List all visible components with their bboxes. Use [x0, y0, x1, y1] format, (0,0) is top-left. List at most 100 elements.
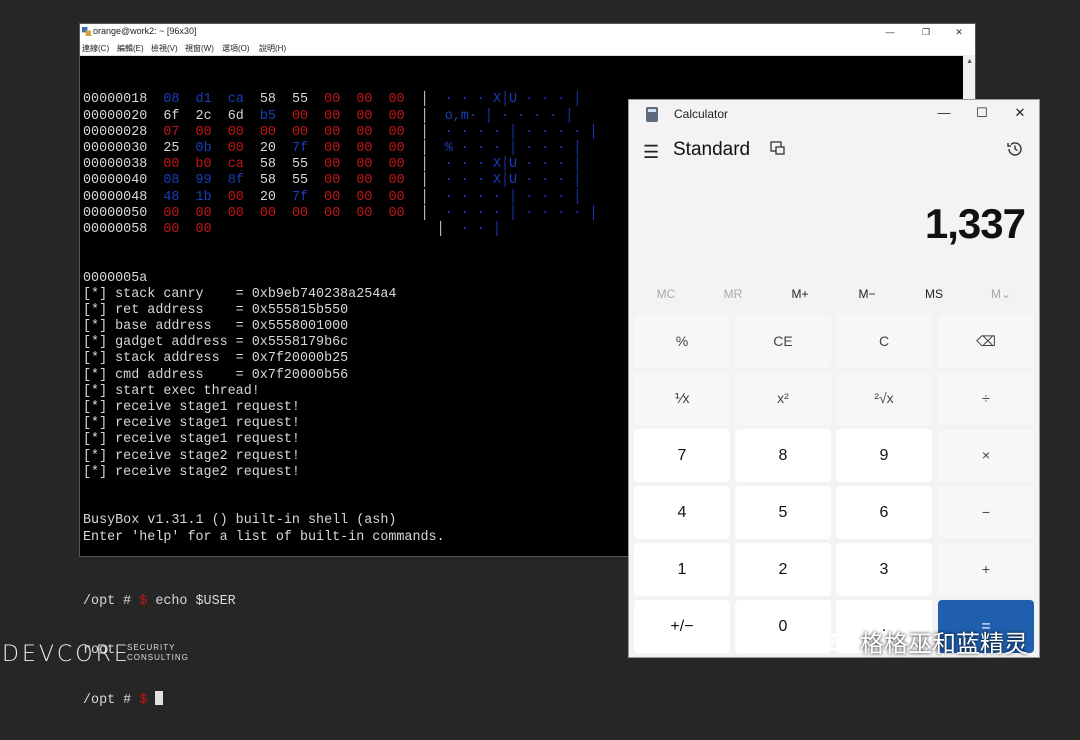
hex-address: 00000058	[83, 221, 148, 237]
digit-5-button[interactable]: 5	[735, 486, 831, 539]
clear-button[interactable]: C	[836, 315, 932, 368]
wechat-icon	[813, 630, 844, 650]
hexdump-row: 00000040 08 99 8f 58 55 00 00 00 │ · · ·…	[83, 173, 582, 189]
hex-ascii: · · · X│U · · · │	[444, 157, 582, 173]
history-icon[interactable]	[1006, 140, 1024, 158]
hex-byte: 00	[324, 140, 341, 156]
subtract-button[interactable]: −	[938, 486, 1034, 539]
hex-byte: 6d	[227, 108, 244, 124]
log-line: [*] receive stage2 request!	[83, 448, 300, 464]
hex-byte: 20	[259, 189, 276, 205]
hex-byte: 2c	[195, 108, 212, 124]
clear-entry-button[interactable]: CE	[735, 315, 831, 368]
memory-button-m[interactable]: M+	[770, 287, 830, 301]
hex-byte: 00	[388, 108, 405, 124]
hex-byte: 55	[292, 92, 309, 108]
hex-byte: 00	[227, 189, 244, 205]
digit-7-button[interactable]: 7	[634, 429, 730, 482]
menu-help[interactable]: 說明(H)	[259, 43, 286, 54]
hex-byte: b5	[259, 108, 276, 124]
maximize-button[interactable]: ☐	[967, 102, 997, 124]
log-line: [*] cmd address = 0x7f20000b56	[83, 367, 349, 383]
log-line: [*] receive stage1 request!	[83, 432, 300, 448]
digit-1-button[interactable]: 1	[634, 543, 730, 596]
memory-row: MC MR M+ M− MS M⌄	[629, 287, 1039, 303]
hex-byte: 00	[324, 173, 341, 189]
backspace-button[interactable]: ⌫	[938, 315, 1034, 368]
reciprocal-button[interactable]: ⅟x	[634, 372, 730, 425]
hex-byte: 00	[292, 205, 309, 221]
hex-address: 00000018	[83, 92, 148, 108]
hex-byte: d1	[195, 92, 212, 108]
add-button[interactable]: +	[938, 543, 1034, 596]
hex-byte: 00	[259, 205, 276, 221]
hex-byte: 25	[163, 140, 180, 156]
digit-6-button[interactable]: 6	[836, 486, 932, 539]
hex-byte: 00	[195, 124, 212, 140]
hex-byte: 00	[356, 92, 373, 108]
memory-button-ms[interactable]: MS	[904, 287, 964, 301]
hex-byte: 6f	[163, 108, 180, 124]
digit-2-button[interactable]: 2	[735, 543, 831, 596]
hex-ascii: · · · X│U · · · │	[444, 92, 582, 108]
log-line: [*] receive stage1 request!	[83, 416, 300, 432]
digit-9-button[interactable]: 9	[836, 429, 932, 482]
hex-address: 00000028	[83, 124, 148, 140]
hex-byte: 00	[163, 157, 180, 173]
devcore-logo-subtitle: SECURITY CONSULTING	[127, 643, 189, 663]
divide-button[interactable]: ÷	[938, 372, 1034, 425]
calculator-window[interactable]: Calculator — ☐ ✕ ☰ Standard 1,337 MC MR M+…	[628, 99, 1040, 658]
hex-address: 00000048	[83, 189, 148, 205]
hexdump-row: 00000038 00 b0 ca 58 55 00 00 00 │ · · ·…	[83, 157, 582, 173]
square-root-button[interactable]: ²√x	[836, 372, 932, 425]
terminal-screen[interactable]: 00000018 08 d1 ca 58 55 00 00 00 │ · · ·…	[83, 60, 597, 740]
memory-button-mc[interactable]: MC	[636, 287, 696, 301]
minimize-button[interactable]: —	[929, 102, 959, 124]
log-line: [*] stack canry = 0xb9eb740238a254a4	[83, 286, 397, 302]
menu-view[interactable]: 檢視(V)	[151, 43, 178, 54]
digit-8-button[interactable]: 8	[735, 429, 831, 482]
hamburger-menu-icon[interactable]: ☰	[643, 142, 659, 163]
percent-button[interactable]: %	[634, 315, 730, 368]
memory-button-mminus[interactable]: M−	[837, 287, 897, 301]
memory-button-mlist[interactable]: M⌄	[971, 287, 1031, 301]
scroll-up-arrow-icon[interactable]: ▲	[966, 58, 973, 65]
menu-edit[interactable]: 編輯(E)	[117, 43, 144, 54]
hex-byte: 0b	[195, 140, 212, 156]
hex-byte: 00	[356, 157, 373, 173]
hexdump-row: 00000050 00 00 00 00 00 00 00 00 │ · · ·…	[83, 205, 598, 221]
hex-byte: 00	[292, 108, 309, 124]
hex-byte: 00	[356, 173, 373, 189]
close-button[interactable]: ✕	[949, 25, 969, 39]
terminal-menubar: 連線(C) 編輯(E) 檢視(V) 視窗(W) 選項(O) 說明(H)	[80, 40, 975, 56]
hexdump-row: 00000048 48 1b 00 20 7f 00 00 00 │ · · ·…	[83, 189, 582, 205]
digit-3-button[interactable]: 3	[836, 543, 932, 596]
hex-byte: 55	[292, 173, 309, 189]
close-button[interactable]: ✕	[1005, 102, 1035, 124]
log-line: BusyBox v1.31.1 () built-in shell (ash)	[83, 513, 397, 529]
hex-byte: 20	[259, 140, 276, 156]
hex-byte: 00	[356, 124, 373, 140]
hex-byte: 00	[195, 205, 212, 221]
negate-button[interactable]: +/−	[634, 600, 730, 653]
prompt-sign: $	[139, 594, 156, 610]
minimize-button[interactable]: —	[880, 25, 900, 39]
calculator-title: Calculator	[674, 107, 729, 121]
restore-button[interactable]: ❐	[916, 25, 936, 39]
active-prompt-line[interactable]: /opt # $	[83, 691, 597, 708]
menu-connect[interactable]: 連線(C)	[82, 43, 109, 54]
keep-on-top-icon[interactable]	[770, 140, 786, 156]
square-button[interactable]: x²	[735, 372, 831, 425]
menu-options[interactable]: 選項(O)	[222, 43, 250, 54]
terminal-titlebar[interactable]: orange@work2: ~ [96x30] — ❐ ✕	[80, 24, 975, 40]
memory-button-mr[interactable]: MR	[703, 287, 763, 301]
hex-address: 00000038	[83, 157, 148, 173]
hex-byte: 00	[163, 221, 180, 237]
hex-byte: 00	[388, 173, 405, 189]
multiply-button[interactable]: ×	[938, 429, 1034, 482]
watermark-text: 格格巫和蓝精灵	[860, 631, 1028, 658]
digit-4-button[interactable]: 4	[634, 486, 730, 539]
menu-window[interactable]: 視窗(W)	[185, 43, 214, 54]
hex-ascii: · · · · │ · · · · │	[444, 205, 598, 221]
hex-byte: 00	[388, 124, 405, 140]
